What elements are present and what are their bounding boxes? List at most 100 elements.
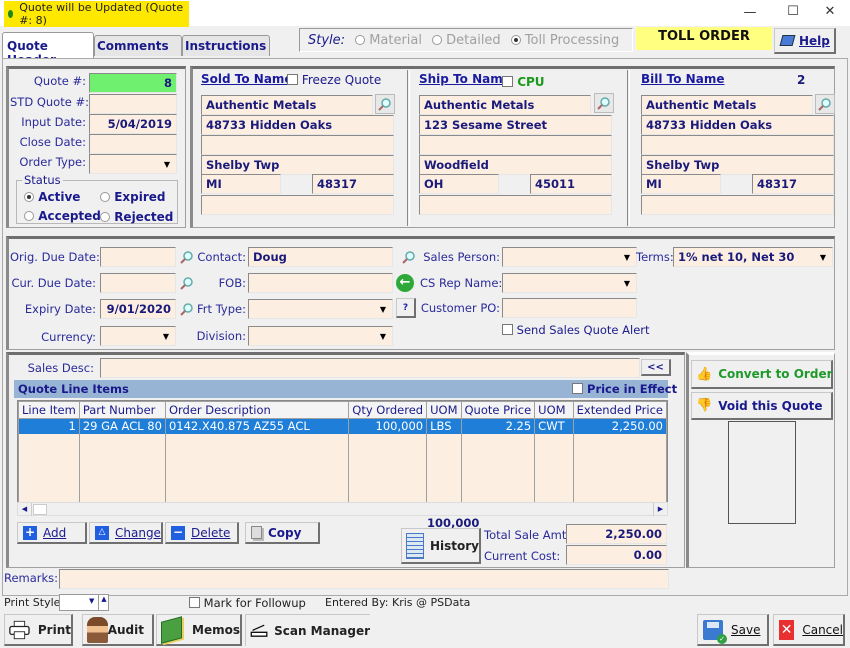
cs-rep-select[interactable] xyxy=(502,273,637,293)
bill-to-zip-field[interactable]: 48317 xyxy=(752,174,834,194)
style-option-detailed[interactable]: Detailed xyxy=(432,33,501,48)
division-select[interactable] xyxy=(248,326,393,346)
void-quote-button[interactable]: 👎 Void this Quote xyxy=(691,392,833,420)
cancel-button[interactable]: ✕ Cancel xyxy=(773,614,845,646)
table-row[interactable]: 1 29 GA ACL 80 0142.X40.875 AZ55 ACL 100… xyxy=(18,418,668,434)
input-date-field[interactable]: 5/04/2019 xyxy=(89,114,177,134)
tab-quote-header[interactable]: Quote Header xyxy=(2,32,94,67)
maximize-button[interactable]: ☐ xyxy=(783,4,803,19)
col-order-description[interactable]: Order Description xyxy=(164,401,350,419)
division-dropdown-icon[interactable]: ▼ xyxy=(375,327,391,345)
status-active[interactable]: Active xyxy=(24,190,80,204)
bill-to-link[interactable]: Bill To Name xyxy=(641,72,724,86)
sold-to-zip-field[interactable]: 48317 xyxy=(312,174,394,194)
freeze-quote-checkbox[interactable]: Freeze Quote xyxy=(287,73,381,87)
sold-to-city-field[interactable]: Shelby Twp xyxy=(201,155,394,175)
sales-person-select[interactable] xyxy=(502,247,637,267)
col-price-uom[interactable]: UOM xyxy=(534,401,574,419)
col-extended-price[interactable]: Extended Price xyxy=(572,401,668,419)
col-part-number[interactable]: Part Number xyxy=(78,401,166,419)
sold-to-name-field[interactable]: Authentic Metals xyxy=(201,95,373,115)
scroll-left-icon[interactable]: ◀ xyxy=(18,503,32,516)
cur-due-field[interactable] xyxy=(100,273,176,293)
print-style-dropdown-icon[interactable]: ▼ xyxy=(89,597,94,605)
collapse-button[interactable]: << xyxy=(641,359,671,376)
horizontal-scrollbar[interactable]: ◀ ▶ xyxy=(17,502,668,516)
history-button[interactable]: History xyxy=(401,528,481,564)
bill-to-search-icon[interactable] xyxy=(815,94,835,114)
print-style-up-icon[interactable]: ▲ xyxy=(98,595,109,610)
add-line-button[interactable]: + Add xyxy=(17,522,87,544)
sales-desc-field[interactable] xyxy=(100,358,640,378)
fob-fill-arrow-icon[interactable]: ← xyxy=(396,274,414,292)
terms-dropdown-icon[interactable]: ▼ xyxy=(815,248,831,266)
fob-field[interactable] xyxy=(248,273,393,293)
close-date-field[interactable] xyxy=(89,134,177,154)
audit-button[interactable]: Audit xyxy=(82,614,154,646)
save-button[interactable]: ✓ Save xyxy=(697,614,769,646)
contact-field[interactable]: Doug xyxy=(248,247,393,267)
ship-to-city-field[interactable]: Woodfield xyxy=(419,155,612,175)
style-option-material[interactable]: Material xyxy=(355,33,422,48)
terms-select[interactable]: 1% net 10, Net 30 xyxy=(673,247,833,267)
close-button[interactable]: ✕ xyxy=(820,4,840,19)
bill-to-state-field[interactable]: MI xyxy=(641,174,721,194)
help-button[interactable]: Help xyxy=(774,28,836,54)
send-alert-checkbox[interactable]: Send Sales Quote Alert xyxy=(502,323,650,337)
orig-due-field[interactable] xyxy=(100,247,176,267)
ship-to-address2-field[interactable] xyxy=(419,135,612,155)
style-option-toll-processing[interactable]: Toll Processing xyxy=(510,33,619,48)
cs-rep-dropdown-icon[interactable]: ▼ xyxy=(619,274,635,292)
change-line-button[interactable]: △ Change xyxy=(89,522,163,544)
bill-to-address1-field[interactable]: 48733 Hidden Oaks xyxy=(641,115,834,135)
sold-to-search-icon[interactable] xyxy=(375,94,395,114)
expiry-search-icon[interactable] xyxy=(177,299,197,319)
ship-to-address1-field[interactable]: 123 Sesame Street xyxy=(419,115,612,135)
bill-to-extra-field[interactable] xyxy=(641,195,834,215)
copy-line-button[interactable]: Copy xyxy=(245,522,320,544)
convert-to-order-button[interactable]: 👍 Convert to Order xyxy=(691,360,833,389)
ship-to-zip-field[interactable]: 45011 xyxy=(530,174,612,194)
sales-person-dropdown-icon[interactable]: ▼ xyxy=(619,248,635,266)
cpu-checkbox[interactable]: CPU xyxy=(502,75,545,89)
status-accepted[interactable]: Accepted xyxy=(24,209,101,223)
price-in-effect-checkbox[interactable]: Price in Effect xyxy=(572,382,677,396)
minimize-button[interactable]: — xyxy=(740,5,760,20)
print-button[interactable]: Print xyxy=(4,614,73,646)
orig-due-search-icon[interactable] xyxy=(177,247,197,267)
bill-to-city-field[interactable]: Shelby Twp xyxy=(641,155,834,175)
cur-due-search-icon[interactable] xyxy=(177,273,197,293)
print-style-select[interactable]: ▼ ▲ xyxy=(59,594,109,611)
scan-manager-button[interactable]: Scan Manager xyxy=(245,614,370,646)
expiry-field[interactable]: 9/01/2020 xyxy=(100,299,176,319)
sold-to-state-field[interactable]: MI xyxy=(201,174,281,194)
sold-to-address2-field[interactable] xyxy=(201,135,394,155)
order-type-dropdown-icon[interactable]: ▼ xyxy=(159,155,175,173)
ship-to-state-field[interactable]: OH xyxy=(419,174,499,194)
col-line-item[interactable]: Line Item xyxy=(18,401,80,419)
col-quote-price[interactable]: Quote Price xyxy=(460,401,536,419)
sold-to-address1-field[interactable]: 48733 Hidden Oaks xyxy=(201,115,394,135)
col-uom[interactable]: UOM xyxy=(426,401,462,419)
sold-to-extra-field[interactable] xyxy=(201,195,394,215)
frt-type-help-button[interactable]: ? xyxy=(396,298,416,318)
ship-to-link[interactable]: Ship To Name xyxy=(419,72,511,86)
ship-to-extra-field[interactable] xyxy=(419,195,612,215)
tab-instructions[interactable]: Instructions xyxy=(182,35,270,56)
bill-to-name-field[interactable]: Authentic Metals xyxy=(641,95,813,115)
bill-to-address2-field[interactable] xyxy=(641,135,834,155)
quote-no-field[interactable]: 8 xyxy=(89,73,177,93)
status-expired[interactable]: Expired xyxy=(100,190,165,204)
scroll-right-icon[interactable]: ▶ xyxy=(653,503,667,516)
frt-type-dropdown-icon[interactable]: ▼ xyxy=(375,300,391,318)
contact-search-icon[interactable] xyxy=(399,247,419,267)
status-rejected[interactable]: Rejected xyxy=(100,210,173,224)
memos-button[interactable]: Memos xyxy=(156,614,242,646)
sold-to-link[interactable]: Sold To Name xyxy=(201,72,293,86)
frt-type-select[interactable] xyxy=(248,299,393,319)
remarks-field[interactable] xyxy=(59,569,669,589)
followup-checkbox[interactable]: Mark for Followup xyxy=(189,596,306,610)
customer-po-field[interactable] xyxy=(502,298,637,318)
delete-line-button[interactable]: − Delete xyxy=(165,522,239,544)
tab-comments[interactable]: Comments xyxy=(94,35,182,56)
